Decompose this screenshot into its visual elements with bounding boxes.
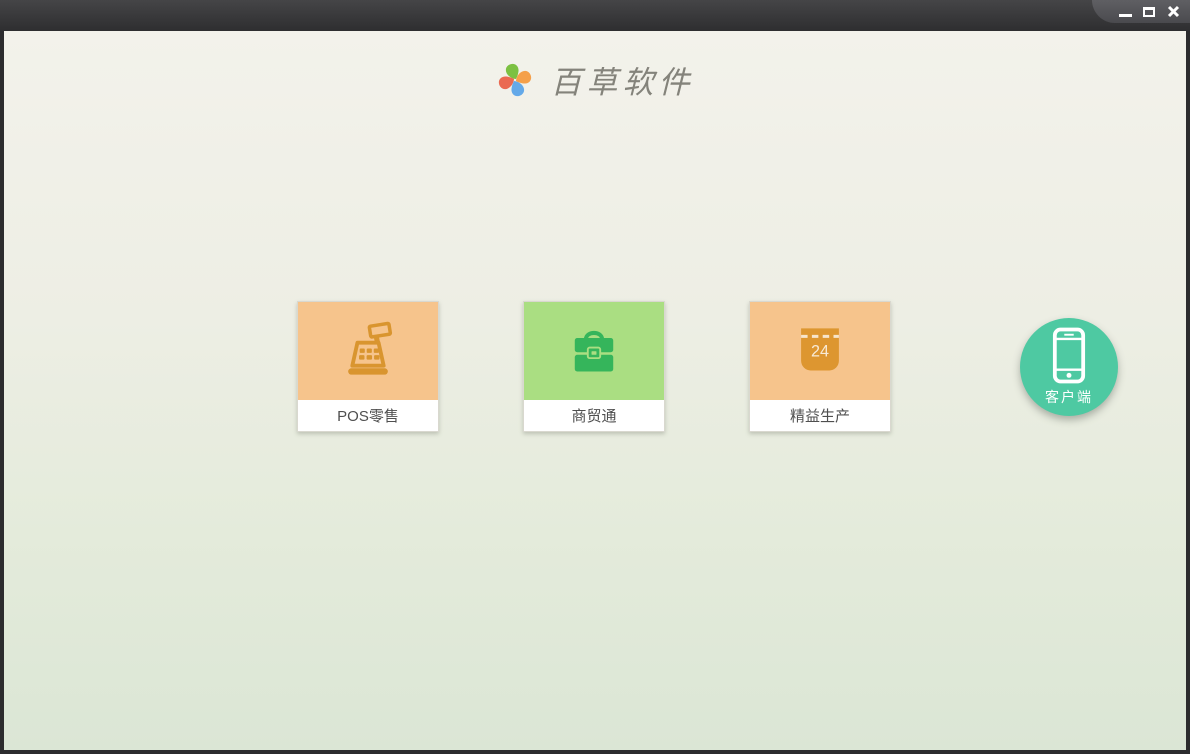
- close-button[interactable]: [1165, 4, 1181, 20]
- lean-card-label: 精益生产: [750, 400, 890, 431]
- calendar-day-number: 24: [811, 342, 829, 360]
- product-card-pos[interactable]: POS零售: [297, 301, 439, 432]
- title-bar: [0, 0, 1190, 31]
- app-header: 百草软件: [4, 57, 1186, 102]
- calendar-icon: 24: [801, 328, 839, 371]
- minimize-button[interactable]: [1117, 4, 1133, 20]
- product-card-trade[interactable]: 商贸通: [523, 301, 665, 432]
- trade-tile: [524, 302, 664, 400]
- product-card-lean[interactable]: 24 精益生产: [749, 301, 891, 432]
- pos-card-label: POS零售: [298, 400, 438, 431]
- pinwheel-logo-icon: [498, 63, 531, 96]
- window-controls: [1092, 0, 1190, 23]
- client-button-label: 客户端: [1045, 389, 1093, 405]
- client-button[interactable]: 客户端: [1020, 318, 1118, 416]
- briefcase-icon: [574, 330, 614, 372]
- maximize-icon: [1143, 6, 1155, 17]
- pos-tile: [298, 302, 438, 400]
- cash-register-icon: [348, 321, 393, 375]
- minimize-icon: [1118, 13, 1132, 17]
- close-icon: [1167, 5, 1179, 18]
- main-window: 百草软件 POS零售 商贸通 24 精益生产 客户端: [4, 31, 1186, 750]
- app-title: 百草软件: [550, 65, 695, 101]
- trade-card-label: 商贸通: [524, 400, 664, 431]
- smartphone-icon: [1052, 327, 1086, 384]
- lean-tile: 24: [750, 302, 890, 400]
- maximize-button[interactable]: [1141, 4, 1157, 20]
